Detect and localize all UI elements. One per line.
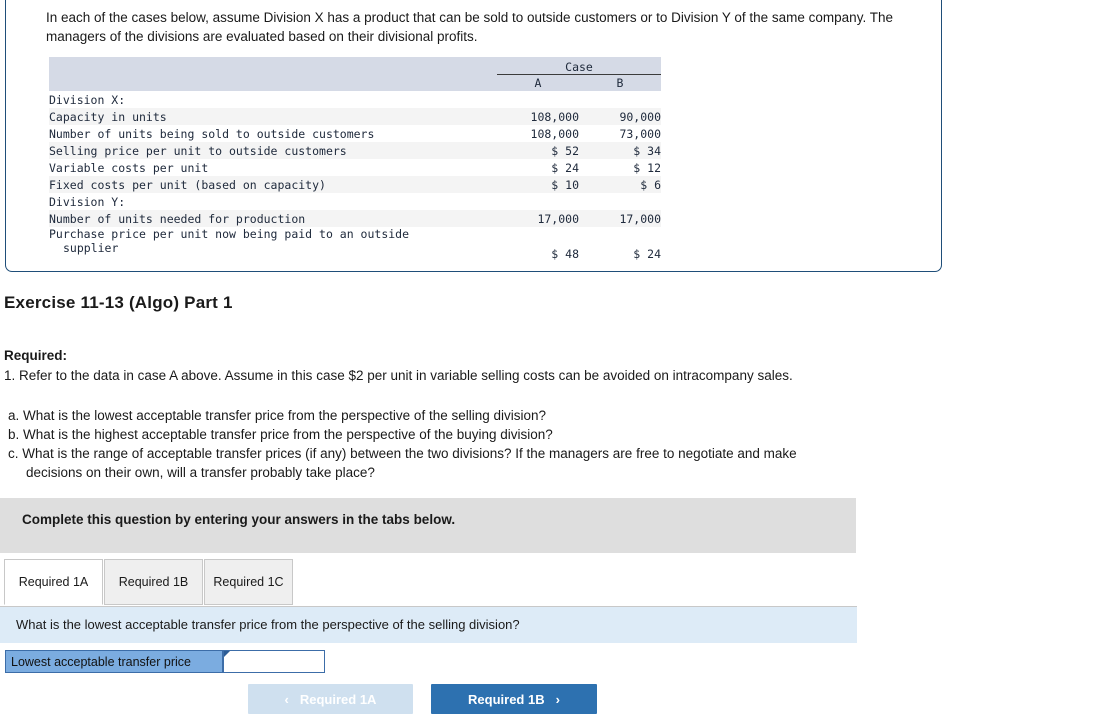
tab-required-1b[interactable]: Required 1B — [104, 559, 203, 605]
table-cell-case-a: 17,000 — [537, 211, 579, 226]
table-cell-case-a: $ 48 — [551, 247, 579, 261]
case-data-table: Case A B Division X: Capacity in units 108… — [49, 57, 661, 261]
problem-statement-card: In each of the cases below, assume Divis… — [5, 0, 942, 272]
question-prompt-text: What is the lowest acceptable transfer p… — [16, 617, 520, 632]
table-cell-case-b: $ 24 — [633, 247, 661, 261]
table-row: Division Y: — [49, 193, 661, 210]
tab-required-1c-label: Required 1C — [213, 575, 284, 589]
prev-required-1a-button[interactable]: ‹ Required 1A — [248, 684, 413, 714]
lowest-acceptable-transfer-price-input[interactable] — [223, 650, 325, 673]
table-cell-case-b: $ 34 — [633, 143, 661, 158]
chevron-left-icon: ‹ — [284, 691, 289, 707]
sub-question-list: a. What is the lowest acceptable transfe… — [4, 406, 944, 482]
table-cell-case-b: $ 12 — [633, 160, 661, 175]
table-row-label: Number of units needed for production — [49, 211, 306, 226]
tab-strip: Required 1A Required 1B Required 1C — [4, 559, 857, 606]
table-cell-case-b — [579, 91, 661, 108]
case-table-body: Division X: Capacity in units 108,000 90,00… — [49, 91, 661, 261]
table-row-label-continuation: supplier — [63, 241, 119, 255]
next-required-1b-button[interactable]: Required 1B › — [431, 684, 597, 714]
question-prompt-bar: What is the lowest acceptable transfer p… — [0, 606, 857, 643]
table-row-label: Capacity in units — [49, 109, 167, 124]
complete-question-banner-text: Complete this question by entering your … — [22, 512, 456, 527]
table-row: Number of units needed for production 17,… — [49, 210, 661, 227]
table-row: Purchase price per unit now being paid t… — [49, 227, 661, 261]
table-row-label: Purchase price per unit now being paid t… — [49, 227, 497, 261]
header-blank-cell-2 — [49, 74, 497, 91]
table-cell-case-a — [497, 193, 579, 210]
case-table-header-row-columns: A B — [49, 74, 661, 91]
tab-required-1a[interactable]: Required 1A — [4, 559, 103, 605]
table-cell-case-a: $ 52 — [551, 143, 579, 158]
required-item-1: 1. Refer to the data in case A above. As… — [4, 368, 793, 383]
table-cell-case-b: 73,000 — [619, 126, 661, 141]
tab-required-1b-label: Required 1B — [118, 575, 189, 589]
next-required-1b-label: Required 1B — [468, 691, 545, 707]
table-cell-case-a: 108,000 — [530, 109, 579, 124]
header-case-label: Case — [497, 57, 661, 75]
intro-paragraph: In each of the cases below, assume Divis… — [46, 10, 893, 44]
table-row-label: Variable costs per unit — [49, 160, 209, 175]
prev-required-1a-label: Required 1A — [299, 691, 377, 707]
table-cell-case-b: $ 6 — [640, 177, 661, 192]
table-row: Selling price per unit to outside custom… — [49, 142, 661, 159]
table-cell-case-b: 17,000 — [619, 211, 661, 226]
table-row: Variable costs per unit $ 24 $ 12 — [49, 159, 661, 176]
answer-row-label: Lowest acceptable transfer price — [5, 650, 223, 673]
table-cell-case-b — [579, 193, 661, 210]
header-blank-cell — [49, 57, 497, 74]
table-cell-case-a: $ 24 — [551, 160, 579, 175]
tab-required-1a-label: Required 1A — [18, 575, 89, 589]
case-table-head: Case A B — [49, 57, 661, 91]
table-row: Fixed costs per unit (based on capacity)… — [49, 176, 661, 193]
table-row-label: Selling price per unit to outside custom… — [49, 143, 347, 158]
table-cell-case-b: 90,000 — [619, 109, 661, 124]
sub-question-c: c. What is the range of acceptable trans… — [8, 444, 944, 482]
table-row: Capacity in units 108,000 90,000 — [49, 108, 661, 125]
table-row-label: Fixed costs per unit (based on capacity) — [49, 177, 326, 192]
table-row-label: Division Y: — [49, 194, 126, 209]
answer-input-wrapper — [223, 650, 325, 673]
table-row-label: Number of units being sold to outside cu… — [49, 126, 375, 141]
sub-question-a: a. What is the lowest acceptable transfe… — [8, 408, 547, 423]
table-cell-case-a — [497, 91, 579, 108]
required-block: Required: 1. Refer to the data in case A… — [4, 346, 944, 482]
chevron-right-icon: › — [555, 691, 560, 707]
required-label: Required: — [4, 348, 68, 363]
sub-question-b: b. What is the highest acceptable transf… — [8, 427, 553, 442]
table-row: Division X: — [49, 91, 661, 108]
table-row-label: Division X: — [49, 92, 126, 107]
header-column-a: A — [497, 74, 579, 91]
case-table-header-row-group: Case — [49, 57, 661, 75]
table-cell-case-a: 108,000 — [530, 126, 579, 141]
exercise-title: Exercise 11-13 (Algo) Part 1 — [4, 293, 233, 312]
header-column-b: B — [579, 74, 661, 91]
sub-question-c-continuation: decisions on their own, will a transfer … — [26, 465, 375, 480]
table-cell-case-a: $ 10 — [551, 177, 579, 192]
table-row: Number of units being sold to outside cu… — [49, 125, 661, 142]
tab-required-1c[interactable]: Required 1C — [204, 559, 293, 605]
complete-question-banner: Complete this question by entering your … — [0, 498, 856, 553]
